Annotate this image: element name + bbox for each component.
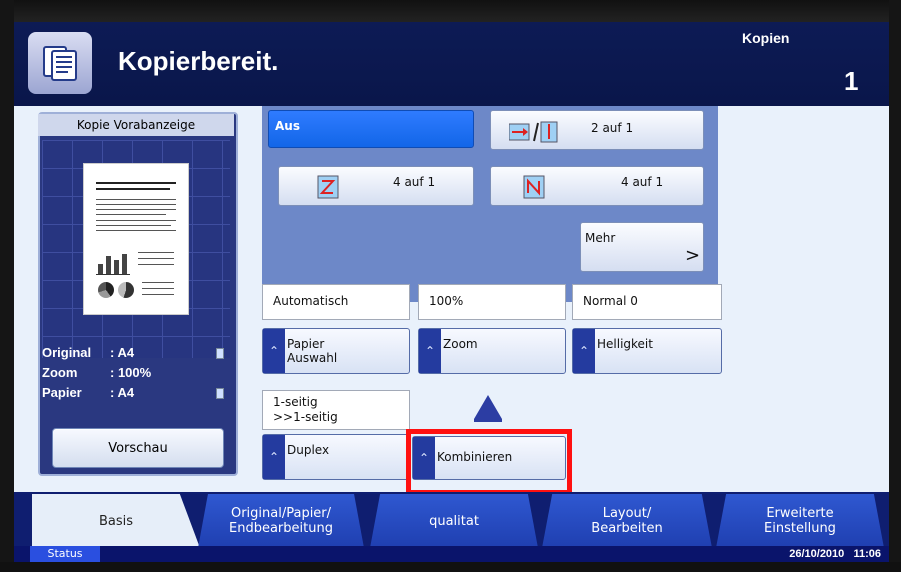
brightness-value: Normal 0 xyxy=(583,294,638,308)
original-document-icon xyxy=(216,348,224,359)
highlight-frame xyxy=(406,429,572,495)
tab-layout-edit[interactable]: Layout/Bearbeiten xyxy=(542,494,712,548)
combine-4in1-n-label: 4 auf 1 xyxy=(621,175,664,189)
thumbnail-text-line xyxy=(96,204,176,205)
thumbnail-heading-line xyxy=(96,182,176,184)
selected-indicator-bar xyxy=(474,419,502,422)
thumbnail-text-line xyxy=(142,294,174,295)
thumbnail-text-line xyxy=(96,199,176,200)
four-in-one-z-icon xyxy=(317,175,339,199)
duplex-value: 1-seitig >>1-seitig xyxy=(273,395,338,424)
chevron-right-icon: > xyxy=(685,245,701,266)
copier-screen: Kopierbereit. Kopien 1 Kopie Vorabanzeig… xyxy=(14,22,889,562)
tab-original-paper-finishing[interactable]: Original/Papier/Endbearbeitung xyxy=(198,494,364,548)
paper-value-box: Automatisch xyxy=(262,284,410,320)
copies-label: Kopien xyxy=(742,30,790,46)
selected-indicator-arrow xyxy=(474,395,502,419)
paper-tray-icon xyxy=(216,388,224,399)
four-in-one-n-icon xyxy=(523,175,545,199)
combine-options-panel: Aus 2 auf 1 4 auf 1 4 auf 1 Mehr > xyxy=(262,106,718,302)
duplex-label: Duplex xyxy=(287,443,330,457)
paper-value: Automatisch xyxy=(273,294,349,308)
summary-value: : A4 xyxy=(110,345,135,360)
summary-value: : A4 xyxy=(110,385,135,400)
tab-quality[interactable]: qualitat xyxy=(370,494,538,548)
combine-off-button[interactable]: Aus xyxy=(268,110,474,148)
tab-basis[interactable]: Basis xyxy=(32,494,200,548)
more-label: Mehr xyxy=(585,231,616,245)
copy-function-icon xyxy=(28,32,92,94)
thumbnail-text-line xyxy=(96,209,176,210)
thumbnail-heading-line xyxy=(96,188,170,190)
chevron-up-icon: ⌃ xyxy=(263,329,285,373)
more-button[interactable]: Mehr > xyxy=(580,222,704,272)
device-bezel-bottom xyxy=(0,562,901,572)
device-bezel-right xyxy=(889,0,901,572)
combine-4in1-z-label: 4 auf 1 xyxy=(393,175,436,189)
summary-value: : 100% xyxy=(110,365,152,380)
thumbnail-text-line xyxy=(96,230,176,231)
zoom-value-box: 100% xyxy=(418,284,566,320)
summary-key: Zoom xyxy=(42,365,78,380)
thumbnail-text-line xyxy=(138,252,174,253)
duplex-value-box: 1-seitig >>1-seitig xyxy=(262,390,410,430)
thumbnail-text-line xyxy=(138,264,174,265)
chevron-up-icon: ⌃ xyxy=(263,435,285,479)
combine-off-label: Aus xyxy=(275,119,300,133)
thumbnail-pie-chart-icon xyxy=(98,282,114,298)
page-title: Kopierbereit. xyxy=(118,46,279,76)
preview-title: Kopie Vorabanzeige xyxy=(38,114,234,136)
tab-bar: Basis Original/Papier/Endbearbeitung qua… xyxy=(14,492,889,552)
tab-advanced-settings[interactable]: Erweiterte Einstellung xyxy=(716,494,884,548)
copies-count: 1 xyxy=(844,66,859,96)
header-bar: Kopierbereit. Kopien 1 xyxy=(14,22,889,106)
thumbnail-text-line xyxy=(96,225,171,226)
zoom-value: 100% xyxy=(429,294,464,308)
two-in-one-icon xyxy=(509,121,561,143)
date-time: 26/10/2010 11:06 xyxy=(789,548,881,560)
preview-button[interactable]: Vorschau xyxy=(52,428,224,468)
thumbnail-text-line xyxy=(142,288,174,289)
paper-selection-button[interactable]: ⌃ Papier Auswahl xyxy=(262,328,410,374)
combine-4in1-z-button[interactable]: 4 auf 1 xyxy=(278,166,474,206)
chevron-up-icon: ⌃ xyxy=(419,329,441,373)
status-bar xyxy=(14,546,889,562)
brightness-value-box: Normal 0 xyxy=(572,284,722,320)
thumbnail-text-line xyxy=(96,214,166,215)
combine-2in1-label: 2 auf 1 xyxy=(591,121,634,135)
thumbnail-text-line xyxy=(138,258,174,259)
summary-key: Papier xyxy=(42,385,82,400)
paper-selection-label: Papier Auswahl xyxy=(287,337,338,365)
zoom-label: Zoom xyxy=(443,337,478,351)
thumbnail-text-line xyxy=(142,282,174,283)
brightness-button[interactable]: ⌃ Helligkeit xyxy=(572,328,722,374)
combine-2in1-button[interactable]: 2 auf 1 xyxy=(490,110,704,150)
combine-4in1-n-button[interactable]: 4 auf 1 xyxy=(490,166,704,206)
status-button[interactable]: Status xyxy=(30,546,100,562)
device-bezel-left xyxy=(0,0,14,572)
summary-key: Original xyxy=(42,345,92,360)
thumbnail-bar-chart-icon xyxy=(96,250,130,275)
thumbnail-text-line xyxy=(96,220,176,221)
duplex-button[interactable]: ⌃ Duplex xyxy=(262,434,410,480)
thumbnail-pie-chart-icon xyxy=(118,282,134,298)
page-preview-thumbnail xyxy=(84,164,188,314)
brightness-label: Helligkeit xyxy=(597,337,653,351)
chevron-up-icon: ⌃ xyxy=(573,329,595,373)
zoom-button[interactable]: ⌃ Zoom xyxy=(418,328,566,374)
device-bezel-top xyxy=(0,0,901,22)
